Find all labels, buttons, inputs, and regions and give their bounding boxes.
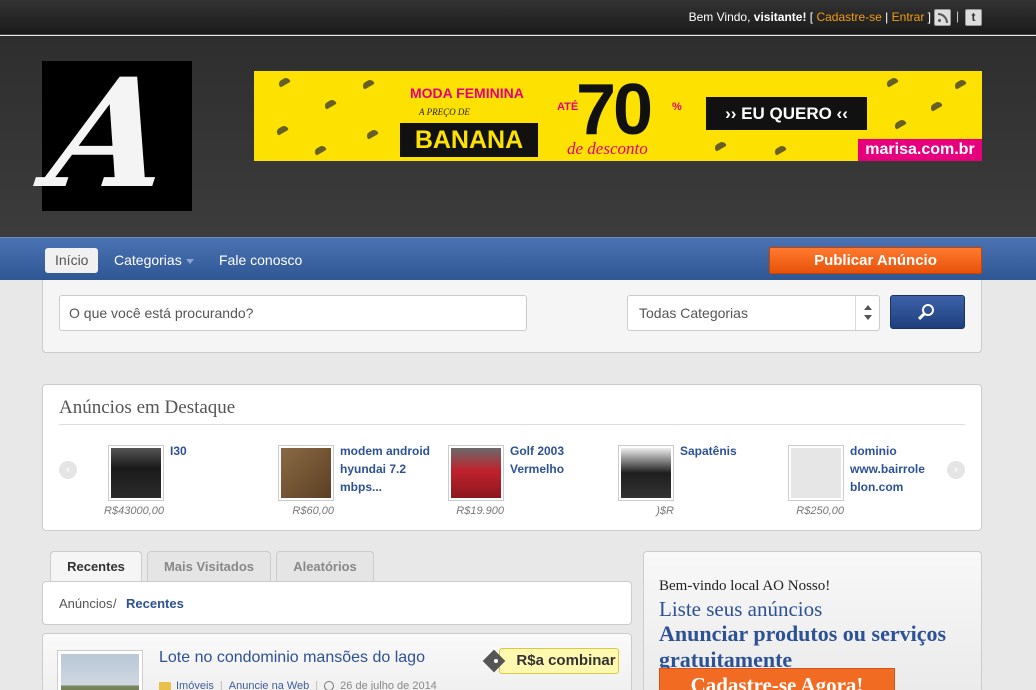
featured-thumb[interactable] — [108, 445, 164, 501]
tab-mais-visitados[interactable]: Mais Visitados — [147, 551, 271, 581]
featured-price: R$19.900 — [456, 505, 504, 517]
price-tag-label: R$a combinar — [516, 652, 616, 669]
carousel-prev-icon[interactable]: ‹ — [59, 461, 77, 479]
chevron-down-icon — [185, 258, 194, 264]
banner-preco: A PREÇO DE — [419, 107, 470, 117]
register-now-button[interactable]: Cadastre-se Agora! — [659, 668, 895, 690]
modem-photo — [281, 448, 331, 498]
featured-name[interactable]: Golf 2003 Vermelho — [510, 442, 610, 478]
listing-source[interactable]: Anuncie na Web — [229, 680, 310, 690]
logo-letter: A — [39, 46, 181, 222]
tab-aleatorios[interactable]: Aleatórios — [276, 551, 374, 581]
camera-placeholder-icon — [791, 448, 841, 498]
link-divider: | — [881, 10, 892, 24]
main-nav: Início Categorias Fale conosco Publicar … — [0, 237, 1036, 280]
search-panel: O que você está procurando? Todas Catego… — [42, 280, 982, 353]
twitter-icon[interactable]: t — [965, 9, 982, 26]
search-input[interactable]: O que você está procurando? — [59, 295, 527, 331]
tab-recentes[interactable]: Recentes — [50, 551, 142, 582]
search-icon — [922, 304, 934, 316]
car-photo — [111, 448, 161, 498]
banner-desconto: de desconto — [567, 139, 648, 158]
bracket-open: [ — [806, 10, 817, 24]
listing-meta: Imóveis | Anuncie na Web | 26 de julho de 20… — [159, 680, 437, 690]
widget-greeting: Bem-vindo local AO Nosso! — [659, 578, 831, 594]
clock-icon — [324, 681, 335, 690]
banner-moda: MODA FEMININA — [410, 85, 524, 101]
banner-brand: marisa.com.br — [858, 139, 982, 161]
featured-divider — [59, 424, 965, 425]
featured-item[interactable]: I30 R$43000,00 — [104, 442, 270, 525]
nav-categorias[interactable]: Categorias — [104, 248, 204, 273]
login-link[interactable]: Entrar — [892, 10, 925, 24]
rss-icon[interactable] — [934, 9, 951, 26]
featured-name[interactable]: dominio www.bairrole blon.com — [850, 442, 950, 496]
listing-date: 26 de julho de 2014 — [340, 680, 437, 690]
lake-photo — [61, 654, 139, 690]
category-select-value: Todas Categorias — [639, 305, 748, 321]
price-tag: R$a combinar — [494, 648, 619, 674]
banner-banana: BANANA — [400, 123, 538, 157]
header: A MODA FEMININA A PREÇO DE BANANA ATÉ 70… — [0, 36, 1036, 237]
featured-name[interactable]: Sapatênis — [680, 442, 780, 460]
shoe-photo — [621, 448, 671, 498]
featured-price: R$43000,00 — [104, 505, 164, 517]
folder-icon — [159, 681, 171, 690]
featured-name[interactable]: I30 — [170, 442, 270, 460]
featured-price: R$250,00 — [796, 505, 844, 517]
nav-fale-conosco[interactable]: Fale conosco — [209, 248, 312, 273]
category-select[interactable]: Todas Categorias — [627, 295, 880, 331]
featured-thumb[interactable] — [448, 445, 504, 501]
welcome-widget: Bem-vindo local AO Nosso! Liste seus anú… — [643, 551, 982, 690]
welcome-user: visitante! — [753, 10, 807, 24]
listing-category[interactable]: Imóveis — [176, 680, 214, 690]
featured-price: R$( — [656, 505, 674, 517]
breadcrumb-sep: / — [113, 596, 117, 611]
featured-title: Anúncios em Destaque — [59, 397, 236, 418]
breadcrumb: Anúncios / Recentes — [42, 581, 632, 625]
banner-percent-sign: % — [672, 101, 682, 113]
widget-line2: Liste seus anúncios — [659, 597, 823, 621]
featured-thumb[interactable] — [278, 445, 334, 501]
banner-ate: ATÉ — [557, 101, 579, 113]
top-bar: Bem Vindo, visitante! [ Cadastre-se | En… — [0, 0, 1036, 35]
breadcrumb-current: Recentes — [126, 596, 184, 611]
icon-divider: | — [956, 9, 960, 23]
featured-name[interactable]: modem android hyundai 7.2 mbps... — [340, 442, 440, 496]
site-logo[interactable]: A — [40, 46, 192, 222]
listing-title[interactable]: Lote no condominio mansões do lago — [159, 649, 425, 667]
widget-line3: Anunciar produtos ou serviços gratuitame… — [659, 621, 947, 672]
ad-banner[interactable]: MODA FEMININA A PREÇO DE BANANA ATÉ 70 %… — [254, 71, 982, 161]
featured-item[interactable]: Sapatênis R$( — [618, 442, 780, 525]
featured-item[interactable]: modem android hyundai 7.2 mbps... R$60,0… — [278, 442, 440, 525]
listing-thumb[interactable] — [57, 650, 143, 690]
featured-thumb[interactable] — [788, 445, 844, 501]
select-arrows-icon — [855, 296, 879, 330]
featured-price: R$60,00 — [292, 505, 334, 517]
welcome-prefix: Bem Vindo, — [688, 10, 754, 24]
search-button[interactable] — [890, 295, 965, 329]
banner-cta-button[interactable]: ›› EU QUERO ‹‹ — [706, 97, 867, 130]
featured-item[interactable]: Golf 2003 Vermelho R$19.900 — [448, 442, 610, 525]
listing-item[interactable]: Lote no condominio mansões do lago R$a c… — [42, 633, 632, 690]
bracket-close: ] — [924, 10, 931, 24]
breadcrumb-root[interactable]: Anúncios — [59, 596, 112, 611]
golf-photo — [451, 448, 501, 498]
featured-ads: Anúncios em Destaque ‹ › I30 R$43000,00 … — [42, 384, 982, 531]
register-link[interactable]: Cadastre-se — [816, 10, 881, 24]
featured-thumb[interactable] — [618, 445, 674, 501]
publish-ad-button[interactable]: Publicar Anúncio — [769, 247, 982, 274]
featured-item[interactable]: dominio www.bairrole blon.com R$250,00 — [788, 442, 950, 525]
nav-categorias-label: Categorias — [114, 252, 182, 268]
nav-inicio[interactable]: Início — [45, 248, 99, 273]
welcome-text: Bem Vindo, visitante! [ Cadastre-se | En… — [689, 10, 931, 24]
